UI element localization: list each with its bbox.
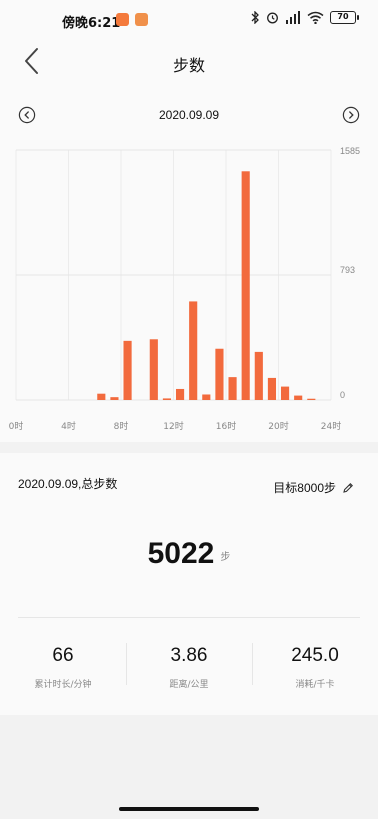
current-date: 2020.09.09	[158, 108, 220, 122]
summary-card: 2020.09.09,总步数 目标8000步 5022 步 66 累计时长/分钟 …	[0, 453, 378, 715]
stats-row: 66 累计时长/分钟 3.86 距离/公里 245.0 消耗/千卡	[0, 629, 378, 699]
x-tick-label: 8时	[114, 420, 129, 432]
bar-hour-22	[307, 398, 316, 400]
y-tick-label: 1585	[340, 146, 360, 156]
y-tick-label: 793	[340, 265, 355, 275]
x-tick-label: 24时	[321, 420, 341, 432]
bluetooth-icon	[251, 11, 259, 24]
edit-pencil-icon	[343, 482, 353, 493]
goal-label: 目标8000步	[273, 481, 336, 495]
bar-hour-16	[228, 377, 237, 400]
next-day-icon[interactable]	[342, 106, 360, 124]
bar-chart: 1585 793 0 0时 4时 8时 12时 16时 20时 24时	[9, 146, 360, 432]
summary-date-label: 2020.09.09,总步数	[18, 477, 118, 491]
stat-calories: 245.0 消耗/千卡	[252, 629, 378, 699]
x-tick-label: 16时	[216, 420, 236, 432]
divider	[18, 617, 360, 618]
bar-hour-13	[189, 301, 198, 400]
app-notification-icon	[116, 13, 129, 26]
bar-hour-17	[241, 171, 250, 400]
status-icons: 70	[250, 11, 359, 24]
signal-icon	[286, 11, 300, 24]
x-tick-label: 12时	[163, 420, 183, 432]
goal-button[interactable]: 目标8000步	[273, 479, 354, 496]
steps-unit: 步	[220, 552, 231, 563]
stat-duration: 66 累计时长/分钟	[0, 629, 126, 699]
home-indicator[interactable]	[119, 807, 259, 811]
wifi-icon	[307, 11, 324, 24]
stat-value: 3.86	[170, 645, 208, 666]
x-tick-label: 4时	[61, 420, 76, 432]
total-steps: 5022 步	[0, 537, 378, 571]
bar-hour-15	[215, 348, 224, 400]
app-notification-icon	[135, 13, 148, 26]
alarm-icon	[267, 12, 278, 24]
status-bar: 傍晚6:21 70	[0, 0, 378, 40]
stat-value: 245.0	[291, 645, 339, 666]
x-tick-label: 20时	[268, 420, 288, 432]
bar-hour-11	[162, 398, 172, 400]
bar-hour-7	[110, 397, 119, 400]
y-tick-label: 0	[340, 390, 345, 400]
bar-hour-6	[97, 393, 106, 400]
header: 步数 2020.09.09	[0, 40, 378, 138]
bar-hour-14	[202, 394, 211, 400]
stat-label: 消耗/千卡	[295, 680, 335, 690]
bar-hour-8	[123, 340, 132, 400]
stat-distance: 3.86 距离/公里	[126, 629, 252, 699]
hourly-steps-chart: 1585 793 0 0时 4时 8时 12时 16时 20时 24时	[0, 138, 378, 442]
stat-label: 累计时长/分钟	[34, 680, 92, 690]
bar-hour-10	[149, 339, 158, 400]
page-title: 步数	[172, 56, 205, 75]
date-navigator: 2020.09.09	[0, 103, 378, 129]
bar-hour-19	[267, 377, 277, 400]
status-time: 傍晚6:21	[62, 16, 121, 31]
stat-value: 66	[52, 645, 74, 666]
bar-hour-21	[294, 395, 303, 400]
bar-hour-18	[254, 351, 263, 400]
stat-label: 距离/公里	[169, 680, 209, 690]
bar-hour-12	[175, 388, 185, 400]
total-steps-value: 5022	[147, 537, 215, 570]
x-tick-label: 0时	[9, 420, 24, 432]
battery-icon: 70	[330, 11, 359, 24]
bar-hour-20	[280, 386, 290, 400]
